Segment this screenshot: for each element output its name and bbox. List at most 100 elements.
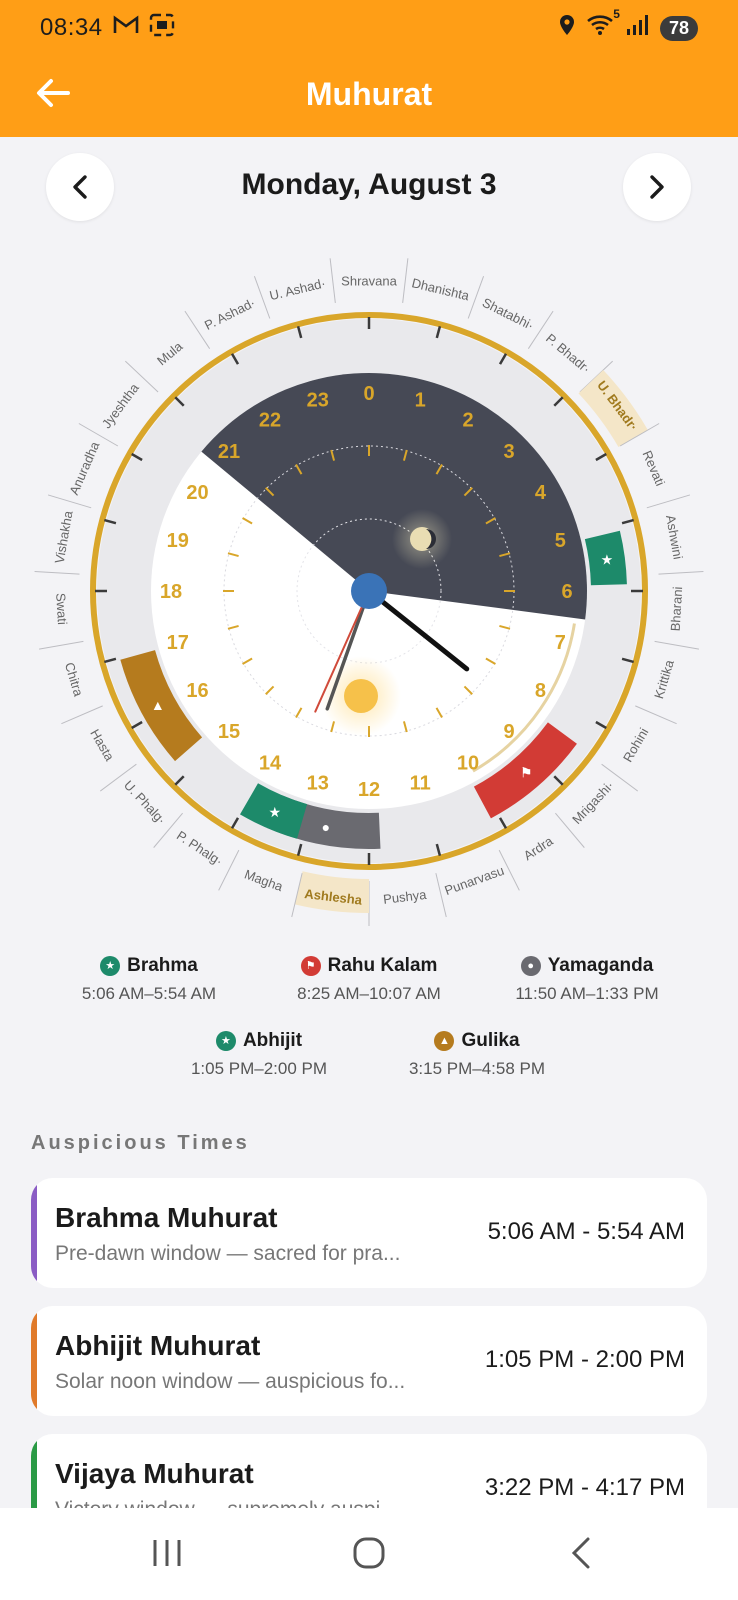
hour-label: 1 <box>415 390 426 412</box>
nakshatra-divider <box>253 276 271 319</box>
app-header: 08:34 5 78 Muhurat <box>0 0 738 137</box>
hour-label: 14 <box>259 752 282 774</box>
hour-label: 7 <box>555 632 566 654</box>
nakshatra-label: Punarvasu <box>443 863 507 898</box>
star-icon: ★ <box>100 956 121 976</box>
location-icon <box>558 14 576 43</box>
sun-icon <box>344 679 378 713</box>
nakshatra-label: P. Phalg· <box>174 828 226 869</box>
hour-label: 9 <box>503 721 514 743</box>
nakshatra-divider <box>47 494 92 509</box>
gmail-icon <box>113 15 139 41</box>
nakshatra-divider <box>435 873 447 918</box>
page-title: Muhurat <box>305 76 433 112</box>
legend-time: 11:50 AM–1:33 PM <box>515 984 659 1003</box>
nakshatra-label: Rohini <box>620 725 651 765</box>
legend-label: Rahu Kalam <box>327 955 438 976</box>
hour-label: 11 <box>410 772 431 794</box>
legend-label: Yamaganda <box>547 955 654 976</box>
legend-time: 5:06 AM–5:54 AM <box>81 984 217 1003</box>
nakshatra-label: P. Ashad· <box>202 295 258 333</box>
hour-label: 6 <box>561 581 572 603</box>
legend-label: Gulika <box>461 1030 520 1051</box>
system-nav-bar <box>0 1508 738 1600</box>
card-time: 3:22 PM - 4:17 PM <box>484 1474 685 1501</box>
hour-label: 4 <box>535 482 547 504</box>
card-description: Solar noon window — auspicious fo... <box>55 1370 406 1393</box>
muhurat-clock[interactable]: Shravana DhanishtaShatabhi·P. Bhadr·U. Bh… <box>33 255 705 927</box>
nakshatra-divider <box>329 258 336 304</box>
nakshatra-divider <box>658 571 704 575</box>
status-time: 08:34 <box>40 14 103 41</box>
nakshatra-divider <box>34 571 80 575</box>
hour-label: 13 <box>307 772 329 794</box>
hour-label: 10 <box>457 752 479 774</box>
hour-label: 12 <box>358 779 380 801</box>
system-back-button[interactable] <box>556 1528 606 1578</box>
card-time: 1:05 PM - 2:00 PM <box>484 1346 685 1373</box>
nakshatra-label: Krittika <box>651 657 677 700</box>
signal-icon <box>626 14 650 43</box>
nakshatra-label: U. Phalg· <box>121 777 169 827</box>
hour-label: 22 <box>259 410 281 432</box>
nakshatra-label: P. Bhadr· <box>543 331 593 377</box>
triangle-icon: ▲ <box>434 1031 455 1051</box>
hour-label: 3 <box>503 441 514 463</box>
nakshatra-divider <box>654 640 699 650</box>
hour-label: 15 <box>218 721 240 743</box>
recents-icon <box>153 1540 181 1566</box>
nakshatra-label: Magha <box>242 867 285 895</box>
nakshatra-divider <box>402 258 409 304</box>
legend-gulika: ▲ Gulika 3:15 PM–4:58 PM <box>362 1030 592 1079</box>
nakshatra-label: Ardra <box>521 833 556 863</box>
legend-brahma: ★ Brahma 5:06 AM–5:54 AM <box>34 955 264 1004</box>
wifi-icon: 5 <box>586 7 620 44</box>
next-day-button[interactable] <box>623 153 691 221</box>
nakshatra-divider <box>467 276 485 319</box>
wifi-badge: 5 <box>613 6 620 21</box>
muhurat-card-abhijit[interactable]: Abhijit Muhurat Solar noon window — ausp… <box>31 1306 707 1416</box>
legend-time: 8:25 AM–10:07 AM <box>297 984 441 1003</box>
home-icon <box>353 1537 385 1569</box>
hour-label: 0 <box>363 383 374 405</box>
legend-label: Abhijit <box>242 1030 303 1051</box>
nakshatra-label: Pushya <box>382 887 428 907</box>
legend-yamaganda: ● Yamaganda 11:50 AM–1:33 PM <box>472 955 702 1004</box>
card-accent <box>31 1178 37 1288</box>
hour-label: 23 <box>307 390 329 412</box>
legend-abhijit: ★ Abhijit 1:05 PM–2:00 PM <box>144 1030 374 1079</box>
muhurat-card-brahma[interactable]: Brahma Muhurat Pre-dawn window — sacred … <box>31 1178 707 1288</box>
dot-icon: ● <box>520 956 541 976</box>
hour-label: 2 <box>462 410 473 432</box>
segment-rahu-kalam-icon: ⚑ <box>520 764 533 780</box>
card-description: Pre-dawn window — sacred for pra... <box>55 1242 401 1265</box>
chevron-right-icon <box>650 175 664 199</box>
flag-icon: ⚑ <box>300 956 321 976</box>
clock-center <box>351 573 387 609</box>
legend-rahu-kalam: ⚑ Rahu Kalam 8:25 AM–10:07 AM <box>254 955 484 1004</box>
nakshatra-label: U. Ashad· <box>268 275 327 303</box>
card-accent <box>31 1306 37 1416</box>
nakshatra-divider <box>635 705 677 725</box>
nakshatra-divider <box>39 640 84 650</box>
nakshatra-divider <box>646 494 691 509</box>
segment-brahma-icon: ★ <box>601 552 614 568</box>
nakshatra-divider <box>61 705 103 725</box>
segment-abhijit-icon: ★ <box>269 804 282 820</box>
home-button[interactable] <box>344 1528 394 1578</box>
nakshatra-label: Swati <box>53 593 70 626</box>
nakshatra-label: Vishakha <box>52 509 76 565</box>
chevron-left-icon <box>571 1537 590 1569</box>
card-title: Abhijit Muhurat <box>55 1330 261 1361</box>
legend-label: Brahma <box>127 955 198 976</box>
section-title: Auspicious Times <box>31 1132 250 1154</box>
screenshot-icon <box>149 13 175 43</box>
recents-button[interactable] <box>142 1528 192 1578</box>
card-title: Brahma Muhurat <box>55 1202 278 1233</box>
nakshatra-label: Mrigashi· <box>569 778 617 827</box>
hour-label: 20 <box>186 482 208 504</box>
nakshatra-label: Bharani <box>668 586 686 632</box>
legend-time: 3:15 PM–4:58 PM <box>408 1059 546 1078</box>
status-bar: 08:34 5 78 <box>40 7 698 46</box>
nakshatra-label: Jyeshtha <box>99 380 143 431</box>
